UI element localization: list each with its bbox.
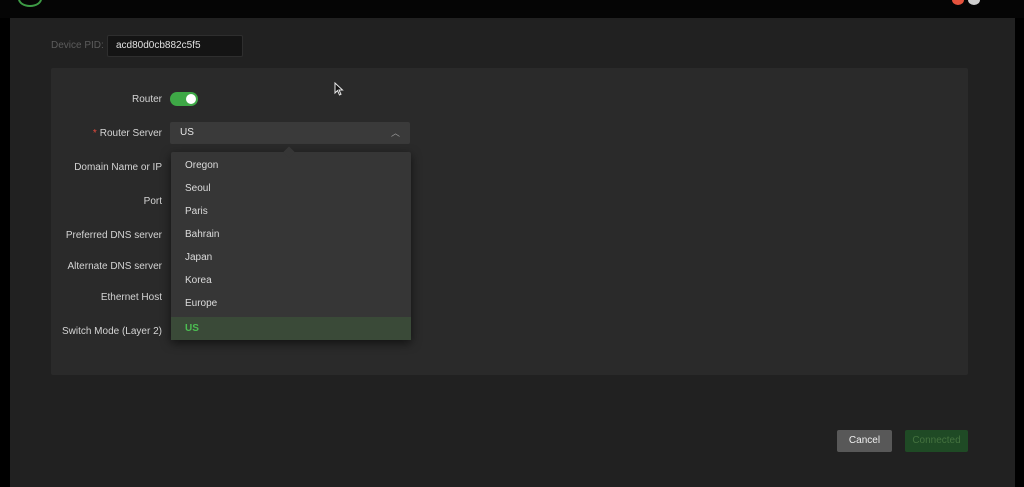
- option-seoul[interactable]: Seoul: [171, 177, 411, 200]
- router-server-label: * Router Server: [92, 128, 162, 139]
- device-pid-field[interactable]: acd80d0cb882c5f5: [107, 35, 243, 57]
- option-japan[interactable]: Japan: [171, 246, 411, 269]
- chevron-up-icon: ︿: [390, 128, 400, 138]
- switch-mode-label: Switch Mode (Layer 2): [61, 326, 162, 337]
- router-toggle[interactable]: [170, 92, 198, 106]
- required-asterisk: *: [92, 128, 97, 139]
- minimize-window-icon[interactable]: [968, 0, 980, 5]
- router-server-dropdown: Oregon Seoul Paris Bahrain Japan Korea E…: [171, 146, 411, 340]
- option-paris[interactable]: Paris: [171, 200, 411, 223]
- mouse-pointer-icon: [334, 81, 344, 99]
- ethernet-host-label: Ethernet Host: [100, 292, 162, 303]
- port-label: Port: [143, 196, 162, 207]
- router-server-value: US: [180, 127, 194, 138]
- mouse-pointer-svg: [334, 81, 344, 96]
- alternate-dns-label: Alternate DNS server: [67, 261, 162, 272]
- cancel-button[interactable]: Cancel: [837, 430, 892, 452]
- app-logo-icon: [18, 0, 42, 7]
- toggle-knob: [186, 94, 196, 104]
- router-server-select[interactable]: US ︿: [170, 122, 410, 144]
- option-us[interactable]: US: [171, 317, 411, 340]
- domain-name-label: Domain Name or IP: [74, 162, 162, 173]
- option-europe[interactable]: Europe: [171, 292, 411, 315]
- option-bahrain[interactable]: Bahrain: [171, 223, 411, 246]
- window-titlebar: [0, 0, 1024, 18]
- close-window-icon[interactable]: [952, 0, 964, 5]
- router-label: Router: [131, 94, 162, 105]
- preferred-dns-label: Preferred DNS server: [65, 230, 162, 241]
- option-oregon[interactable]: Oregon: [171, 154, 411, 177]
- option-korea[interactable]: Korea: [171, 269, 411, 292]
- device-pid-label: Device PID:: [51, 40, 104, 51]
- connected-button[interactable]: Connected: [905, 430, 968, 452]
